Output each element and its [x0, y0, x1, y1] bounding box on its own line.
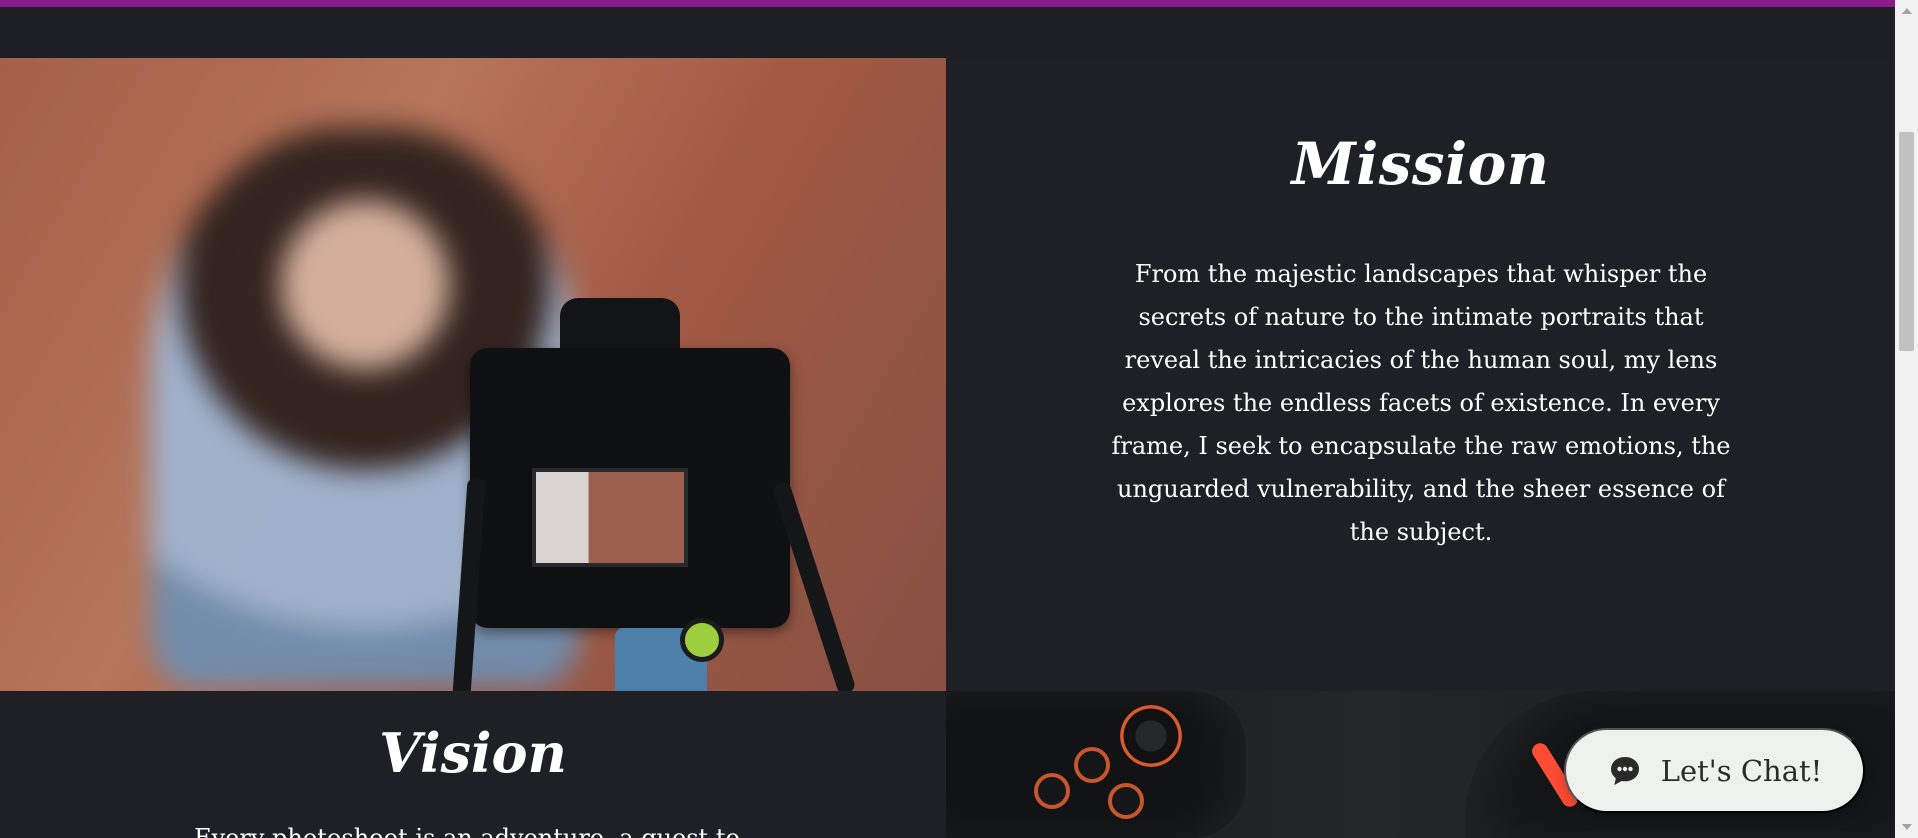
- vision-content: Vision Every photoshoot is an adventure,…: [0, 691, 946, 838]
- mission-text: From the majestic landscapes that whispe…: [1111, 260, 1731, 546]
- vision-partial-text: Every photoshoot is an adventure, a ques…: [194, 824, 740, 838]
- scrollbar-thumb[interactable]: [1899, 132, 1914, 351]
- scrollbar[interactable]: [1895, 0, 1918, 838]
- scroll-down-icon[interactable]: [1902, 824, 1912, 830]
- top-dark-band: [0, 7, 1895, 59]
- camera-photo: [0, 58, 946, 691]
- controller-button: [1074, 747, 1110, 783]
- chat-bubble-icon: [1607, 753, 1643, 789]
- lets-chat-button[interactable]: Let's Chat!: [1564, 728, 1865, 813]
- lets-chat-label: Let's Chat!: [1660, 753, 1823, 788]
- tripod-knob: [680, 618, 724, 662]
- game-controller-image: [946, 691, 1246, 838]
- vision-heading: Vision: [379, 721, 567, 785]
- controller-stick: [1120, 705, 1182, 767]
- top-accent-bar: [0, 0, 1895, 7]
- controller-button: [1108, 783, 1144, 819]
- portfolio-page: Mission From the majestic landscapes tha…: [0, 0, 1918, 838]
- camera-screen: [532, 468, 688, 567]
- mission-heading: Mission: [1291, 130, 1550, 198]
- scroll-up-icon[interactable]: [1902, 8, 1912, 14]
- mission-content: Mission From the majestic landscapes tha…: [946, 58, 1895, 691]
- controller-button: [1034, 773, 1070, 809]
- mission-section: Mission From the majestic landscapes tha…: [0, 58, 1895, 691]
